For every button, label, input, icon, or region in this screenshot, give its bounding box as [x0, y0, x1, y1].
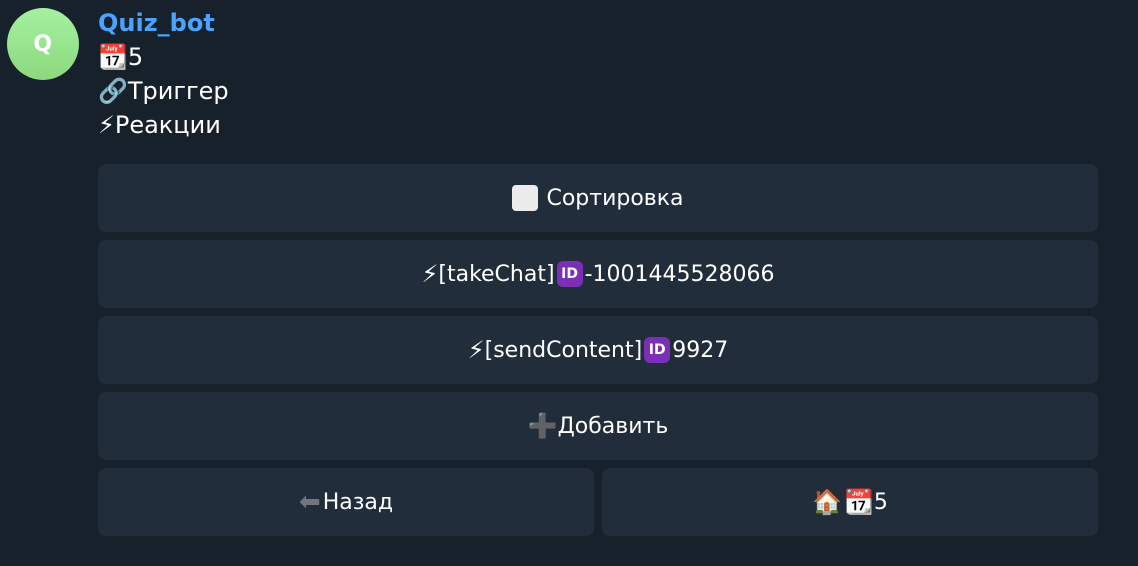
inline-keyboard: Сортировка ⚡ [takeChat] ID -100144552806…: [98, 164, 1098, 544]
sender-name[interactable]: Quiz_bot: [98, 6, 1098, 40]
keyboard-row: ⚡ [sendContent] ID 9927: [98, 316, 1098, 384]
sort-button[interactable]: Сортировка: [98, 164, 1098, 232]
keyboard-row: ⬅ Назад 🏠 📆 5: [98, 468, 1098, 536]
calendar-icon: 📆: [98, 43, 128, 71]
keyboard-row: Сортировка: [98, 164, 1098, 232]
home-button[interactable]: 🏠 📆 5: [602, 468, 1098, 536]
sort-button-content: Сортировка: [512, 185, 684, 211]
take-chat-button[interactable]: ⚡ [takeChat] ID -1001445528066: [98, 240, 1098, 308]
message-line-text: 5: [127, 43, 144, 71]
take-chat-label: [takeChat]: [438, 261, 555, 287]
back-button-content: ⬅ Назад: [299, 487, 393, 517]
lightning-icon: ⚡: [467, 336, 485, 364]
send-content-content: ⚡ [sendContent] ID 9927: [468, 336, 728, 364]
message-line-text: Триггер: [127, 77, 229, 105]
avatar[interactable]: Q: [7, 8, 79, 80]
send-content-button[interactable]: ⚡ [sendContent] ID 9927: [98, 316, 1098, 384]
calendar-icon: 📆: [844, 488, 874, 516]
message-line-calendar: 📆5: [98, 40, 1098, 74]
chat-root: Q Quiz_bot 📆5 🔗Триггер ⚡Реакции Сортиров…: [0, 0, 1138, 566]
take-chat-content: ⚡ [takeChat] ID -1001445528066: [422, 260, 775, 288]
message-line-reactions: ⚡Реакции: [98, 108, 1098, 142]
keyboard-row: ⚡ [takeChat] ID -1001445528066: [98, 240, 1098, 308]
add-button-content: ➕ Добавить: [528, 412, 669, 440]
white-square-icon: [512, 185, 539, 211]
back-arrow-icon: ⬅: [298, 487, 321, 517]
house-icon: 🏠: [812, 488, 842, 516]
message-bubble: Quiz_bot 📆5 🔗Триггер ⚡Реакции: [98, 6, 1098, 142]
send-content-value: 9927: [672, 337, 729, 363]
plus-icon: ➕: [527, 412, 558, 440]
message-line-trigger: 🔗Триггер: [98, 74, 1098, 108]
send-content-label: [sendContent]: [484, 337, 643, 363]
id-badge-icon: ID: [556, 261, 583, 287]
id-badge-icon: ID: [644, 337, 671, 363]
link-icon: 🔗: [98, 77, 128, 105]
home-button-label: 5: [873, 489, 888, 515]
sort-button-label: Сортировка: [546, 185, 684, 211]
home-button-content: 🏠 📆 5: [812, 488, 888, 516]
lightning-icon: ⚡: [98, 111, 115, 139]
add-button[interactable]: ➕ Добавить: [98, 392, 1098, 460]
back-button-label: Назад: [322, 489, 394, 515]
take-chat-value: -1001445528066: [584, 261, 775, 287]
back-button[interactable]: ⬅ Назад: [98, 468, 594, 536]
keyboard-row: ➕ Добавить: [98, 392, 1098, 460]
lightning-icon: ⚡: [421, 260, 439, 288]
avatar-letter: Q: [33, 31, 53, 57]
message-line-text: Реакции: [114, 111, 221, 139]
add-button-label: Добавить: [557, 413, 669, 439]
